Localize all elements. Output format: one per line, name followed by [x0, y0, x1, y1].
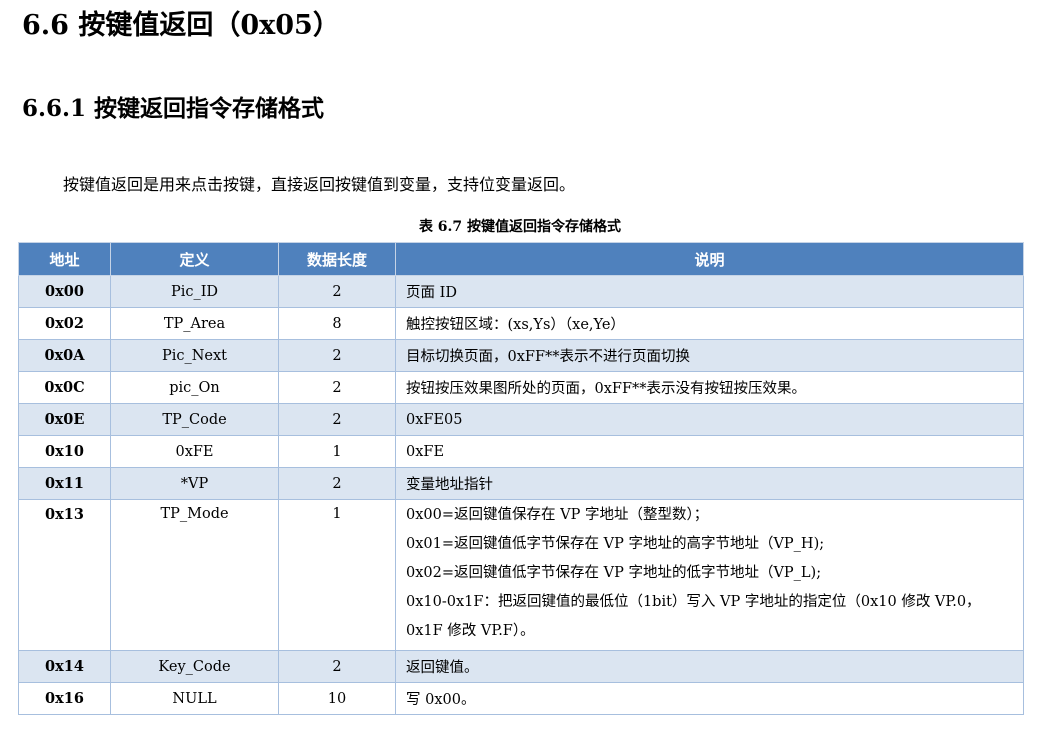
address-cell: 0x16: [18, 682, 111, 715]
description-line: 返回键值。: [406, 660, 479, 676]
description-cell: 写 0x00。: [395, 682, 1024, 715]
description-line: 按钮按压效果图所处的页面，0xFF**表示没有按钮按压效果。: [406, 381, 807, 397]
address-cell: 0x0E: [18, 403, 111, 436]
intro-paragraph: 按键值返回是用来点击按键，直接返回按键值到变量，支持位变量返回。: [63, 175, 576, 194]
section-heading: 6.6 按键值返回（0x05）: [22, 10, 340, 41]
address-cell: 0x14: [18, 650, 111, 683]
address-cell: 0x02: [18, 307, 111, 340]
header-description: 说明: [395, 242, 1024, 276]
data-length-cell: 2: [278, 275, 396, 308]
description-line: 0xFE: [406, 443, 445, 460]
description-line: 0x10-0x1F：把返回键值的最低位（1bit）写入 VP 字地址的指定位（0…: [406, 594, 981, 610]
table-body: 0x00 Pic_ID 2 页面 ID 0x02 TP_Area 8 触控按钮区域：(xs,Y…: [18, 275, 1024, 715]
address-cell: 0x0C: [18, 371, 111, 404]
header-data-length: 数据长度: [278, 242, 396, 276]
description-cell: 触控按钮区域：(xs,Ys）（xe,Ye）: [395, 307, 1024, 340]
subsection-heading: 6.6.1 按键返回指令存储格式: [22, 95, 325, 122]
description-line: 页面 ID: [406, 285, 457, 301]
definition-cell: NULL: [110, 682, 279, 715]
header-address: 地址: [18, 242, 111, 276]
data-length-cell: 8: [278, 307, 396, 340]
table-row: 0x10 0xFE 1 0xFE: [18, 435, 1024, 468]
description-line: 0x02=返回键值低字节保存在 VP 字地址的低字节地址（VP_L);: [406, 565, 822, 581]
header-definition: 定义: [110, 242, 279, 276]
data-length-cell: 10: [278, 682, 396, 715]
description-line: 0x00=返回键值保存在 VP 字地址（整型数）；: [406, 507, 709, 523]
description-cell: 目标切换页面，0xFF**表示不进行页面切换: [395, 339, 1024, 372]
table-row: 0x02 TP_Area 8 触控按钮区域：(xs,Ys）（xe,Ye）: [18, 307, 1024, 340]
table-row: 0x11 *VP 2 变量地址指针: [18, 467, 1024, 500]
data-length-cell: 2: [278, 339, 396, 372]
data-length-cell: 2: [278, 371, 396, 404]
table-row: 0x0E TP_Code 2 0xFE05: [18, 403, 1024, 436]
table-row: 0x14 Key_Code 2 返回键值。: [18, 650, 1024, 683]
description-line: 0xFE05: [406, 411, 463, 428]
definition-cell: TP_Mode: [110, 499, 279, 651]
definition-cell: *VP: [110, 467, 279, 500]
description-cell: 0xFE05: [395, 403, 1024, 436]
description-line: 变量地址指针: [406, 477, 493, 493]
data-length-cell: 1: [278, 499, 396, 651]
table-row: 0x13 TP_Mode 1 0x00=返回键值保存在 VP 字地址（整型数）； 0x0…: [18, 499, 1024, 651]
table-caption: 表 6.7 按键值返回指令存储格式: [418, 219, 622, 235]
description-cell: 0xFE: [395, 435, 1024, 468]
description-cell: 返回键值。: [395, 650, 1024, 683]
definition-cell: Key_Code: [110, 650, 279, 683]
table-row: 0x00 Pic_ID 2 页面 ID: [18, 275, 1024, 308]
description-line: 触控按钮区域：(xs,Ys）（xe,Ye）: [406, 317, 625, 333]
definition-cell: TP_Area: [110, 307, 279, 340]
address-cell: 0x00: [18, 275, 111, 308]
data-length-cell: 1: [278, 435, 396, 468]
table-row: 0x0A Pic_Next 2 目标切换页面，0xFF**表示不进行页面切换: [18, 339, 1024, 372]
table-row: 0x0C pic_On 2 按钮按压效果图所处的页面，0xFF**表示没有按钮按压效果…: [18, 371, 1024, 404]
description-cell: 0x00=返回键值保存在 VP 字地址（整型数）； 0x01=返回键值低字节保存在…: [395, 499, 1024, 651]
address-cell: 0x13: [18, 499, 111, 651]
address-cell: 0x11: [18, 467, 111, 500]
description-line: 目标切换页面，0xFF**表示不进行页面切换: [406, 349, 691, 365]
definition-cell: TP_Code: [110, 403, 279, 436]
table-row: 0x16 NULL 10 写 0x00。: [18, 682, 1024, 715]
description-line: 0x01=返回键值低字节保存在 VP 字地址的高字节地址（VP_H);: [406, 536, 825, 552]
description-cell: 按钮按压效果图所处的页面，0xFF**表示没有按钮按压效果。: [395, 371, 1024, 404]
definition-cell: Pic_ID: [110, 275, 279, 308]
table-header-row: 地址 定义 数据长度 说明: [18, 242, 1024, 276]
data-length-cell: 2: [278, 467, 396, 500]
description-cell: 变量地址指针: [395, 467, 1024, 500]
description-cell: 页面 ID: [395, 275, 1024, 308]
instruction-format-table: 地址 定义 数据长度 说明 0x00 Pic_ID 2 页面 ID 0x02 TP_Are…: [18, 242, 1024, 715]
address-cell: 0x10: [18, 435, 111, 468]
definition-cell: pic_On: [110, 371, 279, 404]
address-cell: 0x0A: [18, 339, 111, 372]
data-length-cell: 2: [278, 650, 396, 683]
description-line: 0x1F 修改 VP.F）。: [406, 623, 535, 639]
definition-cell: Pic_Next: [110, 339, 279, 372]
data-length-cell: 2: [278, 403, 396, 436]
description-line: 写 0x00。: [406, 692, 476, 708]
definition-cell: 0xFE: [110, 435, 279, 468]
